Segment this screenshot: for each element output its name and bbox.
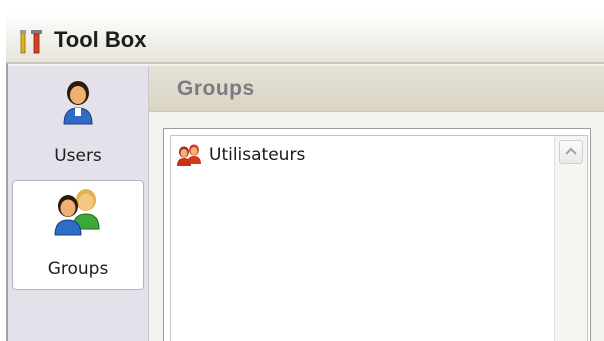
groups-list[interactable]: Utilisateurs [170, 135, 588, 341]
list-item[interactable]: Utilisateurs [174, 144, 305, 166]
title-bar: Tool Box [6, 14, 604, 63]
sidebar-item-groups[interactable]: Groups [12, 180, 144, 290]
sidebar-item-label: Groups [47, 259, 109, 279]
main-panel: Groups Utilisateurs [149, 66, 604, 341]
group-icon [50, 187, 106, 241]
section-title: Groups [177, 77, 255, 100]
window-title: Tool Box [54, 27, 147, 52]
tool-box-window: Tool Box Users Groups Groups Utilisateur… [0, 0, 604, 341]
sidebar-nav: Users Groups [8, 66, 149, 341]
group-icon [174, 144, 204, 166]
section-header: Groups [149, 66, 604, 112]
vertical-scrollbar[interactable] [554, 136, 587, 341]
sidebar-item-label: Users [54, 146, 102, 166]
groups-list-box: Utilisateurs [163, 128, 591, 341]
chevron-up-icon [565, 147, 577, 155]
list-item-label: Utilisateurs [209, 145, 306, 165]
sidebar-item-users[interactable]: Users [12, 68, 144, 176]
scroll-up-button[interactable] [559, 140, 583, 164]
user-icon [58, 78, 98, 132]
tools-icon [18, 27, 44, 55]
